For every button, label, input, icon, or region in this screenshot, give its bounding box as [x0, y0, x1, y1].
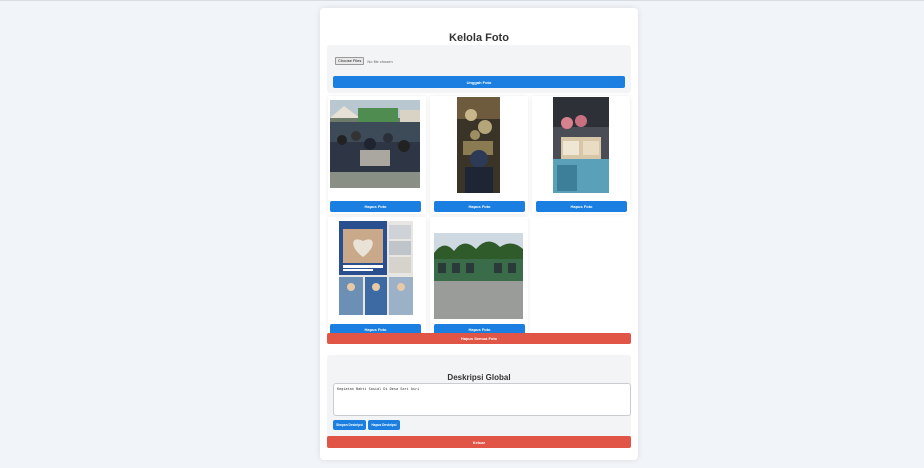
global-description-section: Deskripsi Global Kegiatan Bakti Sosial D… [327, 355, 631, 440]
photo-card: Hapus Foto [328, 96, 426, 214]
photo-card: Hapus Foto [532, 96, 630, 214]
delete-photo-button[interactable]: Hapus Foto [434, 201, 525, 212]
photo-poster-collage [339, 221, 413, 315]
delete-photo-button[interactable]: Hapus Foto [536, 201, 627, 212]
upload-photo-button[interactable]: Unggah Foto [333, 76, 625, 88]
photo-card: Hapus Foto [430, 217, 528, 335]
description-title: Deskripsi Global [447, 373, 511, 382]
photo-donation-boxes [553, 97, 609, 193]
photo-group-gathering [330, 100, 420, 188]
file-input[interactable]: Choose Files No file chosen [335, 57, 393, 65]
manage-photos-card: Kelola Foto Choose Files No file chosen … [320, 8, 638, 460]
no-file-text: No file chosen [367, 58, 393, 64]
upload-form: Choose Files No file chosen Unggah Foto [327, 45, 631, 93]
photo-market-goods [457, 97, 500, 193]
delete-photo-button[interactable]: Hapus Foto [330, 201, 421, 212]
choose-files-button[interactable]: Choose Files [335, 57, 365, 65]
delete-all-photos-button[interactable]: Hapus Semua Foto [327, 333, 631, 344]
description-textarea[interactable]: Kegiatan Bakti Sosial Di Desa Sari Asri [333, 383, 631, 416]
photo-school-building [434, 233, 523, 319]
delete-description-button[interactable]: Hapus Deskripsi [368, 420, 400, 430]
logout-button[interactable]: Keluar [327, 436, 631, 448]
photo-card: Hapus Foto [430, 96, 528, 214]
save-description-button[interactable]: Simpan Deskripsi [333, 420, 366, 430]
photo-card: Hapus Foto [328, 217, 426, 335]
page-title: Kelola Foto [449, 32, 509, 44]
top-border [0, 0, 924, 1]
